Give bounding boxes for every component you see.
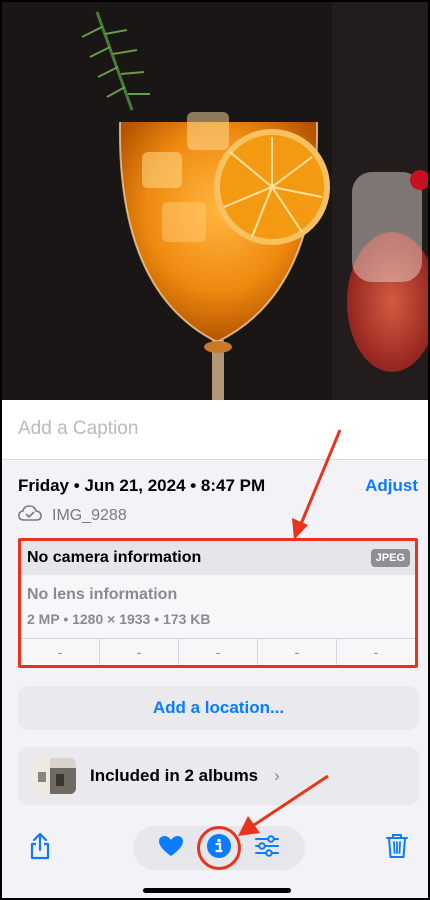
home-indicator [143,888,291,893]
heart-icon [158,835,184,862]
info-button[interactable] [196,826,241,870]
camera-info-card: No camera information JPEG No lens infor… [18,538,418,668]
chevron-right-icon: › [274,766,280,785]
image-specs: 2 MP • 1280 × 1933 • 173 KB [27,611,211,627]
info-icon [206,833,232,864]
trash-icon [385,833,409,864]
info-sheet: Add a Caption Friday • Jun 21, 2024 • 8:… [2,400,428,898]
photo-preview[interactable] [2,2,428,400]
add-location-label: Add a location... [152,698,285,717]
exif-aperture: - [258,639,337,665]
album-thumbnail [34,758,76,794]
filename-row: IMG_9288 [18,504,127,527]
camera-name: No camera information [27,549,202,566]
delete-button[interactable] [375,826,419,870]
share-icon [29,832,51,865]
adjust-button[interactable]: Adjust [365,476,418,496]
format-badge: JPEG [370,549,410,567]
bottom-toolbar [18,824,419,872]
add-location-button[interactable]: Add a location... [18,686,419,730]
exif-shutter: - [373,644,379,660]
edit-button[interactable] [245,826,289,870]
camera-info-header: No camera information JPEG [21,541,415,575]
favorite-button[interactable] [149,826,193,870]
cocktail-photo [2,2,428,400]
action-pill [132,826,305,870]
photo-datetime: Friday • Jun 21, 2024 • 8:47 PM [18,476,266,495]
exif-ev: - [179,639,258,665]
exif-focal: - [100,639,179,665]
albums-row[interactable]: Included in 2 albums › [18,747,419,805]
cloud-check-icon [18,504,42,527]
share-button[interactable] [18,826,62,870]
albums-label: Included in 2 albums [90,766,259,785]
lens-info: No lens information [27,586,178,603]
caption-placeholder[interactable]: Add a Caption [18,418,412,440]
exif-iso: - [21,639,100,665]
filename: IMG_9288 [52,506,127,524]
date-row: Friday • Jun 21, 2024 • 8:47 PM Adjust [18,476,418,496]
sliders-icon [254,834,280,862]
exif-row: - - - - - [21,638,415,665]
caption-field[interactable]: Add a Caption [2,400,428,460]
